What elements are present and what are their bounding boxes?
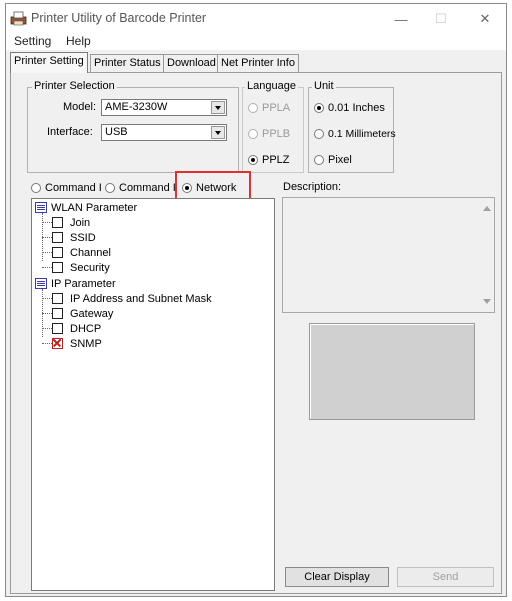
tree-item-channel[interactable]: Channel xyxy=(52,245,111,260)
tab-net-printer-info[interactable]: Net Printer Info xyxy=(217,54,299,72)
radio-icon xyxy=(314,129,324,139)
tree-connector xyxy=(42,237,52,238)
preview-area xyxy=(309,323,475,420)
folder-icon xyxy=(35,202,47,213)
checkbox-icon[interactable] xyxy=(52,217,63,228)
menu-bar: Setting Help xyxy=(6,32,506,50)
tree-item-dhcp[interactable]: DHCP xyxy=(52,321,101,336)
tab-download[interactable]: Download xyxy=(163,54,220,72)
radio-icon xyxy=(105,183,115,193)
tree-connector xyxy=(42,298,52,299)
tree-connector xyxy=(42,328,52,329)
menu-help[interactable]: Help xyxy=(66,34,91,48)
language-pplb-radio[interactable]: PPLB xyxy=(248,128,290,140)
folder-icon xyxy=(35,278,47,289)
parameter-tree[interactable]: WLAN Parameter Join SSID Channel Securit… xyxy=(31,198,275,591)
checked-x-icon[interactable] xyxy=(52,338,63,349)
interface-select[interactable]: USB xyxy=(101,124,227,141)
radio-icon xyxy=(31,183,41,193)
chevron-down-icon[interactable] xyxy=(211,126,225,139)
language-legend: Language xyxy=(245,80,298,92)
tree-connector xyxy=(42,313,52,314)
close-button[interactable]: ✕ xyxy=(468,8,502,30)
tree-item-gateway[interactable]: Gateway xyxy=(52,306,113,321)
tree-group-ip[interactable]: IP Parameter xyxy=(35,276,116,291)
unit-pixel-radio[interactable]: Pixel xyxy=(314,154,352,166)
model-label: Model: xyxy=(63,101,97,113)
command-1-radio[interactable]: Command I xyxy=(31,182,102,194)
chevron-down-icon[interactable] xyxy=(211,101,225,114)
scroll-down-icon[interactable] xyxy=(483,299,491,304)
scroll-up-icon[interactable] xyxy=(483,206,491,211)
checkbox-icon[interactable] xyxy=(52,323,63,334)
model-value: AME-3230W xyxy=(105,101,168,113)
tree-connector xyxy=(42,222,52,223)
language-ppla-radio[interactable]: PPLA xyxy=(248,102,290,114)
send-button[interactable]: Send xyxy=(397,567,494,587)
checkbox-icon[interactable] xyxy=(52,232,63,243)
clear-display-button[interactable]: Clear Display xyxy=(285,567,389,587)
menu-setting[interactable]: Setting xyxy=(14,34,51,48)
printer-selection-legend: Printer Selection xyxy=(32,80,117,92)
tree-connector xyxy=(42,252,52,253)
minimize-button[interactable]: — xyxy=(384,8,418,30)
tree-item-ip-address[interactable]: IP Address and Subnet Mask xyxy=(52,291,212,306)
radio-icon xyxy=(248,129,258,139)
tab-printer-setting[interactable]: Printer Setting xyxy=(10,52,88,73)
tree-group-wlan[interactable]: WLAN Parameter xyxy=(35,200,137,215)
checkbox-icon[interactable] xyxy=(52,262,63,273)
tree-item-join[interactable]: Join xyxy=(52,215,90,230)
description-box[interactable] xyxy=(282,197,495,313)
tree-connector xyxy=(42,267,52,268)
radio-icon xyxy=(314,155,324,165)
unit-group: Unit 0.01 Inches 0.1 Millimeters Pixel xyxy=(308,80,396,173)
radio-icon xyxy=(314,103,324,113)
unit-inches-radio[interactable]: 0.01 Inches xyxy=(314,102,385,114)
radio-icon xyxy=(248,103,258,113)
unit-millimeters-radio[interactable]: 0.1 Millimeters xyxy=(314,128,396,140)
checkbox-icon[interactable] xyxy=(52,247,63,258)
app-window: Printer Utility of Barcode Printer — ☐ ✕… xyxy=(5,3,507,597)
printer-app-icon xyxy=(10,11,27,26)
language-group: Language PPLA PPLB PPLZ xyxy=(242,80,304,173)
checkbox-icon[interactable] xyxy=(52,293,63,304)
title-bar[interactable]: Printer Utility of Barcode Printer — ☐ ✕ xyxy=(6,4,506,32)
printer-selection-group: Printer Selection Model: AME-3230W Inter… xyxy=(27,80,239,173)
maximize-button[interactable]: ☐ xyxy=(424,8,458,30)
window-title: Printer Utility of Barcode Printer xyxy=(31,11,207,25)
command-2-radio[interactable]: Command I xyxy=(105,182,176,194)
tree-item-ssid[interactable]: SSID xyxy=(52,230,96,245)
model-select[interactable]: AME-3230W xyxy=(101,99,227,116)
radio-icon xyxy=(248,155,258,165)
printer-setting-panel: Printer Selection Model: AME-3230W Inter… xyxy=(10,72,502,594)
checkbox-icon[interactable] xyxy=(52,308,63,319)
language-pplz-radio[interactable]: PPLZ xyxy=(248,154,290,166)
tree-item-snmp[interactable]: SNMP xyxy=(52,336,102,351)
description-label: Description: xyxy=(283,181,342,193)
tab-printer-status[interactable]: Printer Status xyxy=(90,54,165,72)
tree-connector xyxy=(42,343,52,344)
interface-value: USB xyxy=(105,126,128,138)
unit-legend: Unit xyxy=(312,80,336,92)
tree-item-security[interactable]: Security xyxy=(52,260,110,275)
interface-label: Interface: xyxy=(47,126,93,138)
